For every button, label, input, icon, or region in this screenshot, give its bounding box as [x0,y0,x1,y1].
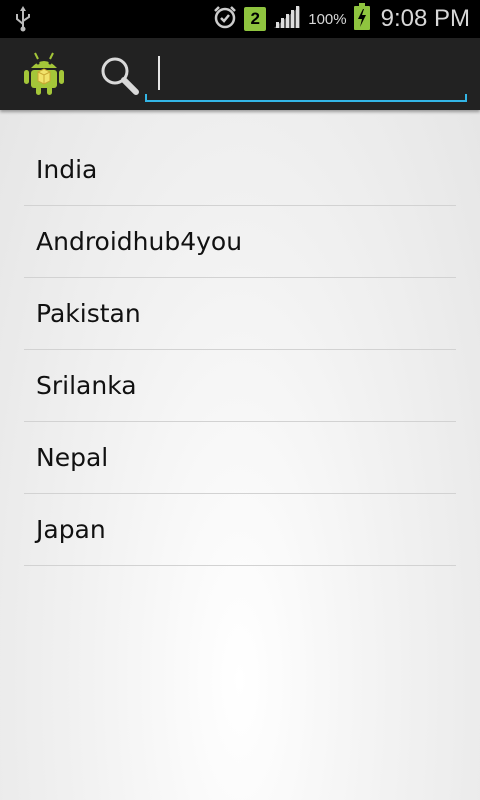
search-input[interactable] [145,52,467,100]
country-list: India Androidhub4you Pakistan Srilanka N… [24,134,456,566]
signal-icon [272,4,302,34]
android-icon[interactable] [22,50,66,100]
notification-badge: 2 [244,7,267,31]
battery-charging-icon [353,3,371,35]
battery-percent: 100% [308,10,347,28]
list-item[interactable]: Androidhub4you [24,206,456,278]
clock: 9:08 PM [380,5,470,32]
list-item[interactable]: Srilanka [24,350,456,422]
action-bar [0,38,480,110]
search-icon[interactable] [98,54,142,102]
list-item[interactable]: Nepal [24,422,456,494]
list-item[interactable]: Japan [24,494,456,566]
status-bar: 2 100% 9:08 PM [0,0,480,38]
usb-icon [14,6,32,36]
list-item[interactable]: Pakistan [24,278,456,350]
list-item[interactable]: India [24,134,456,206]
alarm-icon [212,4,238,34]
text-cursor [158,56,160,90]
search-field[interactable] [145,52,467,102]
